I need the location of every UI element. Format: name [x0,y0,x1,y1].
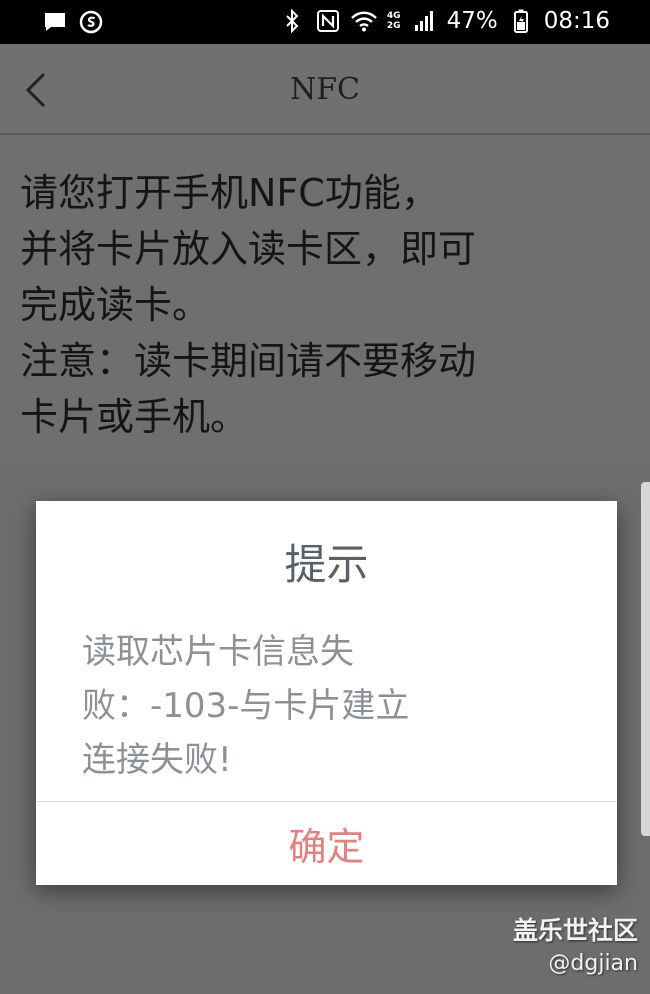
battery-percent: 47% [446,8,498,34]
network-type: 4G 2G [387,11,401,31]
confirm-button[interactable]: 确定 [36,802,617,885]
instruction-line: 完成读卡。 [20,283,211,327]
signal-icon [411,8,437,34]
watermark-user: @dgjian [548,951,638,976]
network-bottom-label: 2G [386,21,401,31]
instruction-line: 请您打开手机NFC功能， [20,171,439,215]
network-top-label: 4G [386,11,401,21]
dialog-message: 读取芯片卡信息失 败：-103-与卡片建立 连接失败! [82,625,522,787]
status-bar-right: 4G 2G 47% 08:16 [279,8,610,34]
watermark: 盖乐世社区 @dgjian [513,914,638,980]
dialog-message-line: 连接失败! [82,740,232,780]
watermark-brand: 盖乐世社区 [512,916,638,945]
samsung-icon [78,9,104,35]
instruction-line: 并将卡片放入读卡区，即可 [20,227,477,271]
edge-panel-handle[interactable] [641,482,650,836]
instruction-line: 注意：读卡期间请不要移动 [20,339,477,383]
dialog-title: 提示 [284,540,369,589]
main-content: 请您打开手机NFC功能， 并将卡片放入读卡区，即可 完成读卡。 注意：读卡期间请… [0,135,650,465]
dialog-message-line: 读取芯片卡信息失 [82,632,354,672]
page-title: NFC [289,72,361,107]
instruction-line: 卡片或手机。 [20,395,249,439]
nfc-instructions: 请您打开手机NFC功能， 并将卡片放入读卡区，即可 完成读卡。 注意：读卡期间请… [20,165,610,445]
battery-icon [508,8,534,34]
status-time: 08:16 [543,8,610,34]
alert-dialog: 提示 读取芯片卡信息失 败：-103-与卡片建立 连接失败! 确定 [36,501,617,885]
nfc-icon [315,8,341,34]
status-bar: 4G 2G 47% 08:16 [0,0,650,44]
message-icon [42,9,68,35]
app-bar: NFC [0,44,650,135]
wifi-icon [351,8,377,34]
bluetooth-icon [279,8,305,34]
dialog-message-line: 败：-103-与卡片建立 [82,686,410,726]
status-bar-left [42,9,104,35]
